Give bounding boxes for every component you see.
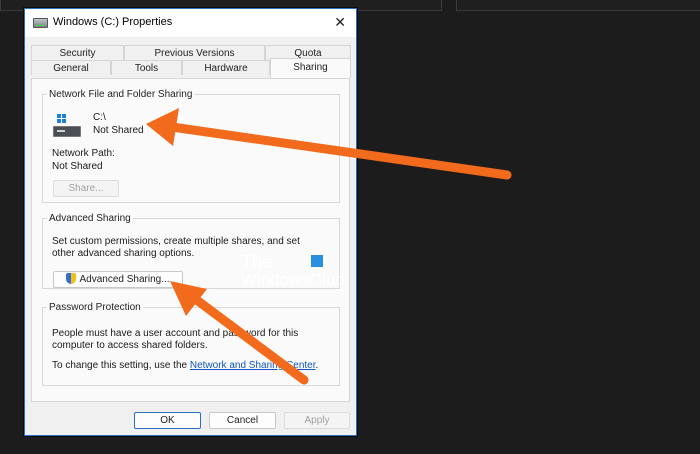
sharing-panel: Network File and Folder Sharing C:\ Not … bbox=[31, 78, 350, 402]
tab-general[interactable]: General bbox=[31, 60, 111, 75]
apply-button[interactable]: Apply bbox=[284, 412, 350, 429]
drive-icon bbox=[33, 18, 48, 28]
tab-previous-versions[interactable]: Previous Versions bbox=[124, 45, 265, 60]
password-protection-description: People must have a user account and pass… bbox=[52, 328, 299, 351]
tab-strip: Security Previous Versions Quota General… bbox=[31, 45, 351, 79]
watermark-logo: The WindowsClub bbox=[241, 253, 345, 289]
advanced-sharing-label: Advanced Sharing bbox=[49, 213, 131, 224]
background-window-bar-right bbox=[456, 0, 700, 11]
window-title: Windows (C:) Properties bbox=[53, 16, 173, 28]
title-bar[interactable]: Windows (C:) Properties ✕ bbox=[25, 9, 356, 37]
watermark-line1: The bbox=[241, 252, 273, 272]
tab-hardware[interactable]: Hardware bbox=[182, 60, 270, 75]
network-sharing-label: Network File and Folder Sharing bbox=[49, 89, 193, 100]
windows-logo-icon bbox=[57, 114, 67, 124]
network-path-value: Not Shared bbox=[52, 161, 103, 172]
close-icon[interactable]: ✕ bbox=[334, 14, 346, 31]
share-status: Not Shared bbox=[93, 125, 144, 136]
cancel-button[interactable]: Cancel bbox=[209, 412, 276, 429]
drive-letter: C:\ bbox=[93, 112, 106, 123]
network-sharing-group: Network File and Folder Sharing C:\ Not … bbox=[42, 89, 340, 203]
drive-icon bbox=[53, 112, 81, 138]
advanced-sharing-button-label: Advanced Sharing... bbox=[79, 274, 170, 285]
tab-security[interactable]: Security bbox=[31, 45, 124, 60]
network-sharing-center-link[interactable]: Network and Sharing Center bbox=[190, 360, 316, 371]
password-protection-label: Password Protection bbox=[49, 302, 141, 313]
uac-shield-icon bbox=[66, 273, 77, 284]
password-setting-text: To change this setting, use the Network … bbox=[52, 360, 319, 371]
tab-sharing[interactable]: Sharing bbox=[270, 58, 351, 78]
properties-dialog: Windows (C:) Properties ✕ Security Previ… bbox=[24, 8, 357, 436]
advanced-sharing-button[interactable]: Advanced Sharing... bbox=[53, 271, 183, 288]
password-protection-group: Password Protection People must have a u… bbox=[42, 302, 340, 386]
ok-button[interactable]: OK bbox=[134, 412, 201, 429]
share-button[interactable]: Share... bbox=[53, 180, 119, 197]
watermark-logo-icon bbox=[311, 255, 323, 267]
watermark-line2: WindowsClub bbox=[241, 270, 345, 289]
network-path-label: Network Path: bbox=[52, 148, 115, 159]
tab-tools[interactable]: Tools bbox=[111, 60, 182, 75]
